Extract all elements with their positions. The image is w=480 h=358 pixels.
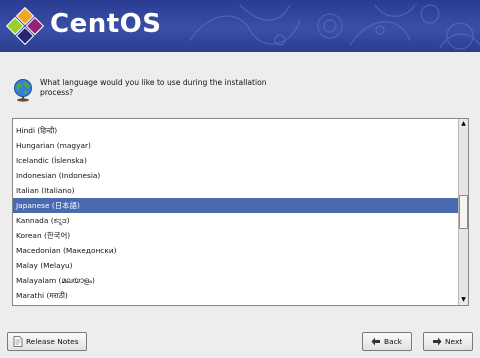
banner-ornament	[189, 4, 480, 50]
back-arrow-icon	[371, 337, 380, 346]
scroll-up-arrow-icon[interactable]: ▲	[459, 119, 468, 129]
release-notes-button[interactable]: Release Notes	[7, 332, 87, 351]
brand-name: CentOS	[50, 9, 162, 39]
language-option[interactable]: Japanese (日本語)	[13, 198, 459, 213]
globe-icon	[14, 79, 32, 102]
next-button[interactable]: Next	[423, 332, 473, 351]
language-option[interactable]: Italian (Italiano)	[13, 183, 459, 198]
next-arrow-icon	[433, 337, 442, 346]
header-banner: CentOS	[0, 0, 480, 52]
language-option[interactable]: Indonesian (Indonesia)	[13, 168, 459, 183]
language-listbox[interactable]: Hindi (हिन्दी) Hungarian (magyar) Icelandi…	[12, 118, 469, 306]
language-option[interactable]: Hungarian (magyar)	[13, 138, 459, 153]
language-option[interactable]: Kannada (ಕನ್ನಡ)	[13, 213, 459, 228]
scroll-down-arrow-icon[interactable]: ▼	[459, 295, 468, 305]
scrollbar-thumb[interactable]	[459, 195, 468, 229]
back-label: Back	[384, 337, 402, 346]
centos-logo-icon	[5, 6, 45, 46]
language-option[interactable]: Icelandic (Íslenska)	[13, 153, 459, 168]
language-option[interactable]: Macedonian (Македонски)	[13, 243, 459, 258]
language-option[interactable]: Malay (Melayu)	[13, 258, 459, 273]
language-prompt: What language would you like to use duri…	[40, 78, 267, 97]
language-option[interactable]: Malayalam (മലയാളം)	[13, 273, 459, 288]
language-list[interactable]: Hindi (हिन्दी) Hungarian (magyar) Icelandi…	[13, 119, 459, 305]
next-label: Next	[445, 337, 463, 346]
back-button[interactable]: Back	[362, 332, 412, 351]
vertical-scrollbar[interactable]: ▲ ▼	[458, 119, 468, 305]
release-notes-label: Release Notes	[26, 337, 79, 346]
document-icon	[13, 336, 23, 347]
language-option[interactable]: Hindi (हिन्दी)	[13, 123, 459, 138]
language-option[interactable]: Marathi (मराठी)	[13, 288, 459, 303]
language-option[interactable]: Korean (한국어)	[13, 228, 459, 243]
